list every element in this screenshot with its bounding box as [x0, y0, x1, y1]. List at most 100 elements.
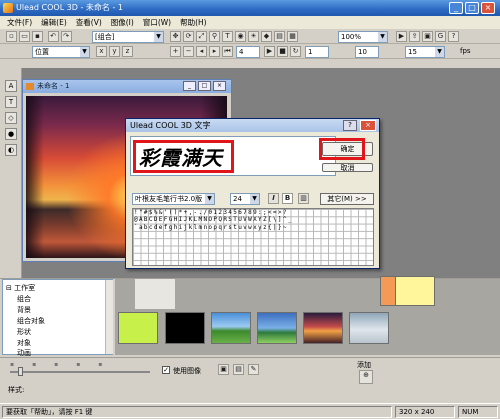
thumbnail-black[interactable]	[165, 312, 205, 344]
dialog-help-button[interactable]: ?	[343, 120, 357, 131]
image-icon[interactable]: ▣	[422, 31, 433, 42]
tree-item[interactable]: 对象	[17, 338, 31, 348]
resize-icon[interactable]: ⤢	[196, 31, 207, 42]
menu-view[interactable]: 查看(V)	[76, 16, 102, 29]
add-key-icon[interactable]: +	[170, 46, 181, 57]
menu-help[interactable]: 帮助(H)	[180, 16, 207, 29]
prev-key-icon[interactable]: ◂	[196, 46, 207, 57]
menu-edit[interactable]: 编辑(E)	[41, 16, 67, 29]
use-image-checkbox[interactable]: ✓	[162, 366, 170, 374]
close-button[interactable]: ×	[481, 2, 495, 14]
tree-item[interactable]: 背景	[17, 305, 31, 315]
doc-close-button[interactable]: ×	[213, 81, 226, 91]
char-row: !"#$%&'()*+,-./0123456789:;<=>?	[134, 209, 288, 216]
character-grid[interactable]: !"#$%&'()*+,-./0123456789:;<=>? @ABCDEFG…	[132, 208, 374, 266]
thumbnail-lime[interactable]	[118, 312, 158, 344]
total-frames-field[interactable]: 10	[355, 46, 379, 58]
layer-icon[interactable]: ▤	[274, 31, 285, 42]
window-title-bar: Ulead COOL 3D - 未命名 - 1	[0, 0, 500, 16]
x-axis-icon[interactable]: x	[96, 46, 107, 57]
save-icon[interactable]: ▪	[32, 31, 43, 42]
tree-item[interactable]: 组合对象	[17, 316, 45, 326]
menu-image[interactable]: 图像(I)	[111, 16, 134, 29]
slider-track[interactable]	[10, 371, 150, 373]
chevron-down-icon: ▼	[378, 32, 387, 42]
shape-icon[interactable]: ◆	[261, 31, 272, 42]
text-input[interactable]: 彩霞满天	[130, 136, 336, 176]
shape-tool-icon[interactable]: ◇	[5, 112, 17, 124]
loop-icon[interactable]: ↻	[290, 46, 301, 57]
tree-silhouette	[26, 96, 44, 258]
minimize-button[interactable]: _	[449, 2, 463, 14]
zoom-icon[interactable]: ⚲	[209, 31, 220, 42]
move-icon[interactable]: ✥	[170, 31, 181, 42]
menu-window[interactable]: 窗口(W)	[143, 16, 171, 29]
color-tool-icon[interactable]: ◐	[5, 144, 17, 156]
tree-scrollbar[interactable]	[105, 280, 113, 354]
thumbnail-sunset[interactable]	[303, 312, 343, 344]
doc-minimize-button[interactable]: _	[183, 81, 196, 91]
remove-key-icon[interactable]: −	[183, 46, 194, 57]
stop-icon[interactable]: ■	[277, 46, 288, 57]
vertical-text-icon[interactable]: ▥	[298, 193, 309, 204]
status-hint: 要获取「帮助」，请按 F1 键	[2, 406, 392, 418]
current-frame-field[interactable]: 1	[305, 46, 329, 58]
object-combo[interactable]: [组合] ▼	[92, 31, 164, 43]
size-combo[interactable]: 24 ▼	[230, 193, 260, 205]
zoom-combo[interactable]: 100% ▼	[338, 31, 388, 43]
rewind-icon[interactable]: ⏮	[222, 46, 233, 57]
thumbnail-yellow[interactable]	[395, 276, 435, 306]
fps-combo[interactable]: 15 ▼	[405, 46, 445, 58]
font-combo[interactable]: 叶根友毛笔行书2.0版 ▼	[132, 193, 215, 205]
bold-button[interactable]: B	[282, 193, 293, 204]
image-edit-icon[interactable]: ✎	[248, 364, 259, 375]
position-combo[interactable]: 位置 ▼	[32, 46, 90, 58]
dialog-close-button[interactable]: ×	[360, 120, 376, 131]
camera-icon[interactable]: ◉	[235, 31, 246, 42]
rotate-icon[interactable]: ⟳	[183, 31, 194, 42]
gif-icon[interactable]: G	[435, 31, 446, 42]
thumbnail-blank[interactable]	[135, 279, 175, 309]
undo-icon[interactable]: ↶	[47, 31, 59, 42]
text-tool-icon[interactable]: T	[222, 31, 233, 42]
thumbnail-meadow[interactable]	[257, 312, 297, 344]
render-icon[interactable]: ▶	[396, 31, 407, 42]
maximize-button[interactable]: □	[465, 2, 479, 14]
image-folder-icon[interactable]: ▤	[233, 364, 244, 375]
frame-field[interactable]: 4	[236, 46, 260, 58]
menu-file[interactable]: 文件(F)	[7, 16, 32, 29]
doc-maximize-button[interactable]: □	[198, 81, 211, 91]
status-num: NUM	[458, 406, 498, 418]
thumbnail-gallery	[115, 276, 500, 355]
chevron-down-icon: ▼	[205, 194, 214, 204]
tree-item[interactable]: 形状	[17, 327, 31, 337]
export-icon[interactable]: ⇪	[409, 31, 420, 42]
thumbnail-winter[interactable]	[349, 312, 389, 344]
redo-icon[interactable]: ↷	[60, 31, 72, 42]
tree-item[interactable]: 组合	[17, 294, 31, 304]
z-axis-icon[interactable]: z	[122, 46, 133, 57]
other-button[interactable]: 其它(M) >>	[320, 193, 374, 205]
cancel-button[interactable]: 取消	[322, 163, 373, 172]
text-icon[interactable]: A	[5, 80, 17, 92]
play-icon[interactable]: ▶	[264, 46, 275, 57]
italic-button[interactable]: I	[268, 193, 279, 204]
ok-highlight-box	[319, 138, 365, 160]
object-tool-icon[interactable]: ●	[5, 128, 17, 140]
chevron-down-icon: ▼	[80, 47, 89, 57]
edit-text-icon[interactable]: T	[5, 96, 17, 108]
tree-root[interactable]: ⊟ 工作室	[6, 283, 35, 293]
add-icon[interactable]: ⊕	[359, 370, 373, 384]
grid-icon[interactable]: ▦	[287, 31, 298, 42]
window-title: Ulead COOL 3D - 未命名 - 1	[16, 3, 123, 12]
image-picker-icon[interactable]: ▣	[218, 364, 229, 375]
dialog-title: Ulead COOL 3D 文字	[130, 121, 211, 130]
help-icon[interactable]: ?	[448, 31, 459, 42]
open-file-icon[interactable]: ▭	[19, 31, 30, 42]
new-file-icon[interactable]: ▫	[6, 31, 17, 42]
next-key-icon[interactable]: ▸	[209, 46, 220, 57]
y-axis-icon[interactable]: y	[109, 46, 120, 57]
thumbnail-landscape[interactable]	[211, 312, 251, 344]
slider-thumb[interactable]	[18, 367, 23, 376]
light-icon[interactable]: ☀	[248, 31, 259, 42]
